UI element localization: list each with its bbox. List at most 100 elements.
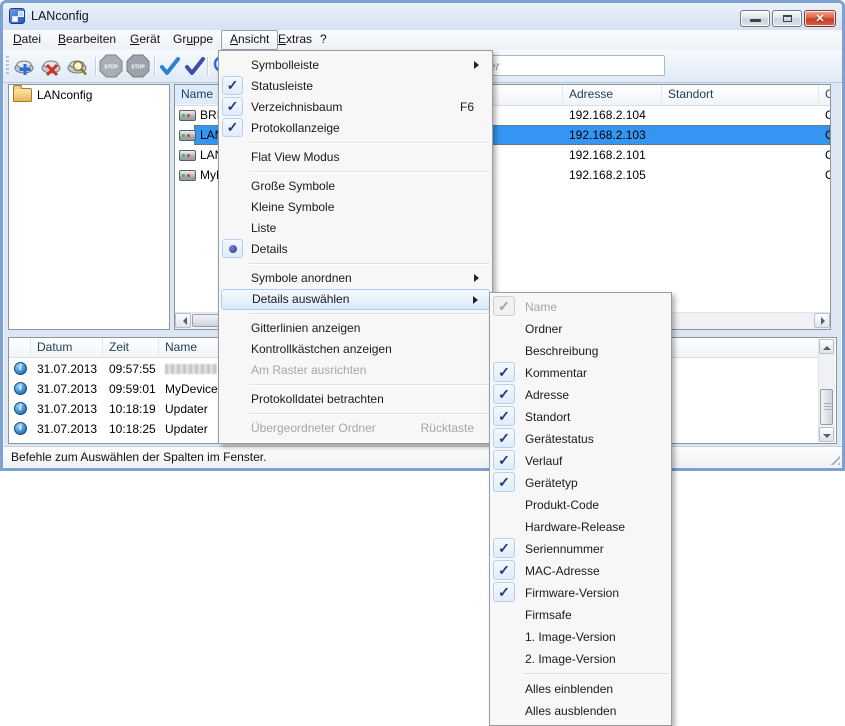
details-submenu-item-seriennummer[interactable]: ✓Seriennummer bbox=[492, 538, 669, 560]
scroll-right-button[interactable] bbox=[814, 313, 830, 328]
scroll-up-button[interactable] bbox=[819, 339, 834, 354]
view-menu-item-symbolleiste[interactable]: Symbolleiste bbox=[221, 55, 490, 76]
menubar-item-ger-t[interactable]: Gerät bbox=[122, 30, 168, 49]
view-menu-separator bbox=[249, 384, 490, 386]
view-menu-separator bbox=[249, 171, 490, 173]
details-submenu-item-standort[interactable]: ✓ Standort bbox=[492, 406, 669, 428]
column-header-adresse[interactable]: Adresse bbox=[563, 85, 662, 104]
details-submenu-item-adresse[interactable]: ✓Adresse bbox=[492, 384, 669, 406]
toolbar-button-find-device[interactable] bbox=[66, 54, 90, 78]
view-menu-item-gitterlinien-anzeigen[interactable]: Gitterlinien anzeigen bbox=[221, 318, 490, 339]
toolbar-button-configure-device[interactable] bbox=[13, 54, 37, 78]
minimize-button[interactable] bbox=[740, 10, 770, 27]
desktop: { "window": { "title": "LANconfig" }, "t… bbox=[0, 0, 845, 725]
log-column-header-zeit[interactable]: Zeit bbox=[103, 338, 159, 356]
vertical-scroll-thumb[interactable] bbox=[820, 389, 833, 425]
details-submenu-item-label: Firmsafe bbox=[525, 608, 572, 622]
details-submenu-item-firmsafe[interactable]: Firmsafe bbox=[492, 604, 669, 626]
device-address-cell: 192.168.2.105 bbox=[563, 165, 662, 185]
checkmark-icon: ✓ bbox=[493, 384, 515, 404]
toolbar-button-check-device[interactable] bbox=[158, 54, 182, 78]
view-menu-item-label: Kleine Symbole bbox=[251, 200, 334, 214]
details-submenu-item-label: MAC-Adresse bbox=[525, 564, 600, 578]
menubar: DateiBearbeitenGerätGruppeAnsichtExtras? bbox=[3, 30, 842, 51]
menubar-item-bearbeiten[interactable]: Bearbeiten bbox=[50, 30, 124, 49]
details-submenu-item-verlauf[interactable]: ✓Verlauf bbox=[492, 450, 669, 472]
close-button[interactable]: ✕ bbox=[804, 10, 836, 27]
view-menu-item-protokolldatei-betrachten[interactable]: Protokolldatei betrachten bbox=[221, 389, 490, 410]
details-submenu-item-label: Alles einblenden bbox=[525, 682, 613, 696]
checkmark-icon: ✓ bbox=[222, 76, 243, 95]
toolbar-grip-handle[interactable] bbox=[6, 56, 9, 76]
details-submenu-item-hardware-release[interactable]: Hardware-Release bbox=[492, 516, 669, 538]
menubar-item-item[interactable]: ? bbox=[312, 30, 335, 49]
tree-item-lanconfig[interactable]: LANconfig bbox=[9, 85, 169, 105]
checkmark-icon: ✓ bbox=[493, 406, 515, 426]
svg-text:STOP: STOP bbox=[131, 65, 145, 71]
view-menu-item-verzeichnisbaum[interactable]: ✓VerzeichnisbaumF6 bbox=[221, 97, 490, 118]
scroll-left-button[interactable] bbox=[175, 313, 191, 328]
status-text: Befehle zum Auswählen der Spalten im Fen… bbox=[11, 450, 266, 464]
view-menu-item-statusleiste[interactable]: ✓Statusleiste bbox=[221, 76, 490, 97]
log-time-cell: 10:18:25 bbox=[103, 419, 159, 439]
menubar-item-gruppe[interactable]: Gruppe bbox=[165, 30, 221, 49]
column-header-standort[interactable]: Standort bbox=[662, 85, 819, 104]
maximize-button[interactable] bbox=[772, 10, 802, 27]
view-menu-item-protokollanzeige[interactable]: ✓Protokollanzeige bbox=[221, 118, 490, 139]
details-submenu-item-firmware-version[interactable]: ✓Firmware-Version bbox=[492, 582, 669, 604]
log-column-header-datum[interactable]: Datum bbox=[31, 338, 103, 356]
device-status-cell: Ok bbox=[819, 145, 831, 165]
titlebar[interactable]: LANconfig ✕ bbox=[3, 3, 842, 30]
details-submenu-item-produkt-code[interactable]: Produkt-Code bbox=[492, 494, 669, 516]
view-menu-item-liste[interactable]: Liste bbox=[221, 218, 490, 239]
shortcut-label: F6 bbox=[460, 97, 474, 118]
statusbar: Befehle zum Auswählen der Spalten im Fen… bbox=[3, 446, 842, 467]
details-submenu-item-label: 2. Image-Version bbox=[525, 652, 616, 666]
view-menu-item-details[interactable]: Details bbox=[221, 239, 490, 260]
log-vertical-scrollbar[interactable] bbox=[818, 339, 835, 442]
view-menu-item-gro-e-symbole[interactable]: Große Symbole bbox=[221, 176, 490, 197]
device-icon bbox=[179, 150, 196, 161]
checkmark-icon: ✓ bbox=[493, 472, 515, 492]
details-submenu-item-1-image-version[interactable]: 1. Image-Version bbox=[492, 626, 669, 648]
resize-grip[interactable] bbox=[827, 452, 840, 465]
details-submenu-item-ger-testatus[interactable]: ✓Gerätestatus bbox=[492, 428, 669, 450]
toolbar-button-check-all-devices[interactable] bbox=[183, 54, 207, 78]
toolbar-button-delete-device[interactable] bbox=[40, 54, 64, 78]
details-submenu-item-2-image-version[interactable]: 2. Image-Version bbox=[492, 648, 669, 670]
log-date-cell: 31.07.2013 bbox=[31, 399, 103, 419]
details-submenu-item-kommentar[interactable]: ✓Kommentar bbox=[492, 362, 669, 384]
details-submenu-item-label: Standort bbox=[525, 410, 570, 424]
checkmark-icon: ✓ bbox=[222, 118, 243, 137]
toolbar-button-stop-action[interactable]: STOP bbox=[99, 54, 123, 78]
details-submenu-item-beschreibung[interactable]: Beschreibung bbox=[492, 340, 669, 362]
scroll-down-button[interactable] bbox=[819, 427, 834, 442]
details-submenu-item-mac-adresse[interactable]: ✓MAC-Adresse bbox=[492, 560, 669, 582]
details-submenu-item-alles-ausblenden[interactable]: Alles ausblenden bbox=[492, 700, 669, 722]
view-menu-item-symbole-anordnen[interactable]: Symbole anordnen bbox=[221, 268, 490, 289]
configure-device-icon bbox=[13, 54, 37, 78]
view-menu-item-label: Details auswählen bbox=[252, 292, 349, 306]
log-icon-cell bbox=[9, 379, 31, 399]
details-submenu-item-ordner[interactable]: Ordner bbox=[492, 318, 669, 340]
log-column-header-icon[interactable] bbox=[9, 338, 31, 356]
checkmark-icon: ✓ bbox=[222, 97, 243, 116]
details-submenu-item-label: Alles ausblenden bbox=[525, 704, 616, 718]
details-submenu-item-ger-tetyp[interactable]: ✓Gerätetyp bbox=[492, 472, 669, 494]
log-date-cell: 31.07.2013 bbox=[31, 379, 103, 399]
view-menu-item-kontrollk-stchen-anzeigen[interactable]: Kontrollkästchen anzeigen bbox=[221, 339, 490, 360]
submenu-arrow-icon bbox=[474, 61, 483, 69]
details-submenu-item-label: Firmware-Version bbox=[525, 586, 619, 600]
menubar-item-datei[interactable]: Datei bbox=[5, 30, 49, 49]
check-device-icon bbox=[158, 54, 182, 78]
view-menu-item-flat-view-modus[interactable]: Flat View Modus bbox=[221, 147, 490, 168]
toolbar-button-stop-all[interactable]: STOP bbox=[126, 54, 150, 78]
view-menu-item-kleine-symbole[interactable]: Kleine Symbole bbox=[221, 197, 490, 218]
view-menu-item-label: Am Raster ausrichten bbox=[251, 363, 366, 377]
details-submenu-item-alles-einblenden[interactable]: Alles einblenden bbox=[492, 678, 669, 700]
log-date-cell: 31.07.2013 bbox=[31, 359, 103, 379]
device-icon bbox=[179, 170, 196, 181]
view-menu-item-details-ausw-hlen[interactable]: Details auswählen bbox=[221, 289, 490, 310]
column-header-ger-testatus[interactable]: Gerätestatus bbox=[819, 85, 831, 104]
redacted-name bbox=[165, 364, 217, 374]
